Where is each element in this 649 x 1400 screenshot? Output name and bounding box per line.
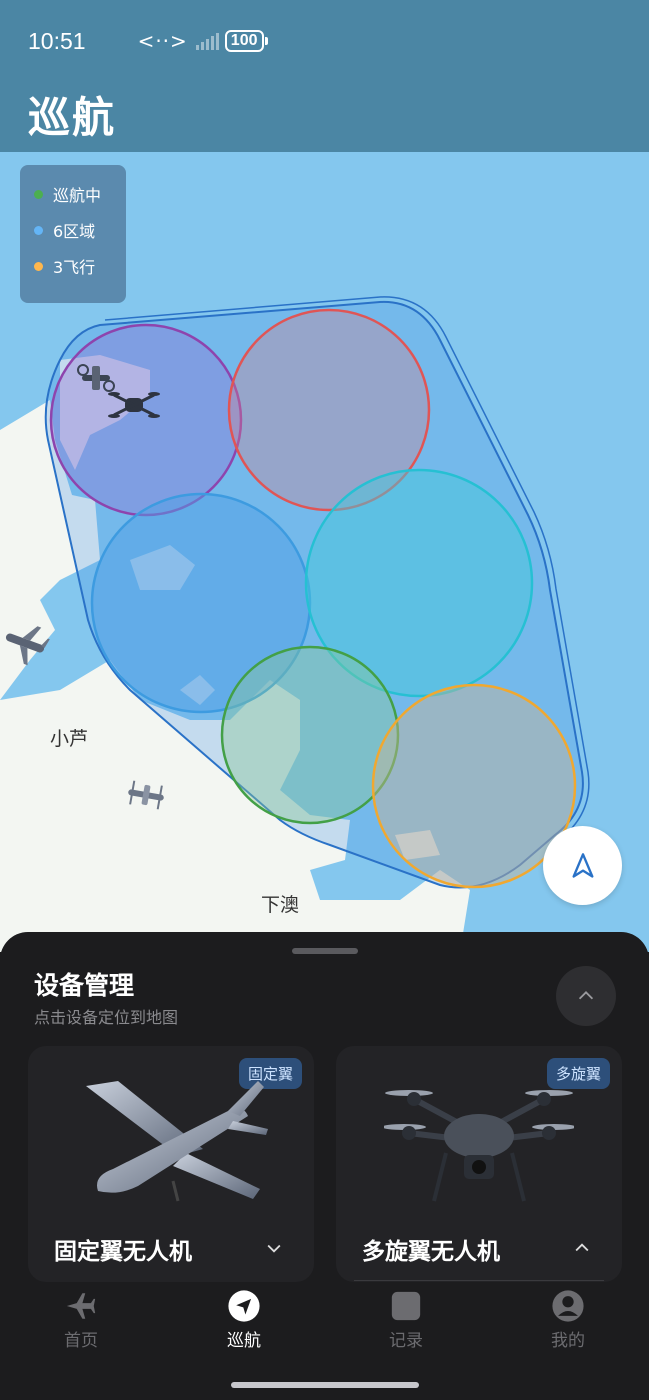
navigation-icon <box>572 852 593 878</box>
signal-icon <box>195 32 219 50</box>
fixed-wing-image <box>86 1081 268 1202</box>
battery-icon: 100 <box>224 30 268 52</box>
legend-dot <box>34 261 43 271</box>
place-label: 小芦 <box>50 728 89 750</box>
device-name: 多旋翼无人机 <box>362 1239 500 1265</box>
plane-icon <box>66 1293 96 1319</box>
legend-dot <box>34 225 43 235</box>
legend-label: 6区域 <box>53 222 96 241</box>
profile-icon <box>552 1290 584 1322</box>
tab-label: 我的 <box>551 1331 585 1351</box>
sheet-title: 设备管理 <box>34 971 135 1000</box>
record-icon <box>391 1291 421 1321</box>
navigation-icon <box>228 1290 260 1322</box>
sheet-handle[interactable] <box>292 948 358 954</box>
device-sheet: 设备管理 点击设备定位到地图 固定翼 固定翼无人机 多旋翼 多旋翼无人机 <box>0 932 649 1282</box>
status-bar: 10:51 <··> 100 <box>28 26 625 56</box>
tab-label: 首页 <box>64 1331 98 1351</box>
place-label: 下澳 <box>261 894 300 916</box>
legend-label: 巡航中 <box>53 186 102 205</box>
collapse-button[interactable] <box>556 966 616 1026</box>
page-title: 巡航 <box>28 93 117 142</box>
device-card-fixed-wing[interactable]: 固定翼 固定翼无人机 <box>28 1046 314 1282</box>
app-header: 10:51 <··> 100 巡航 <box>0 0 649 152</box>
legend-item: 3飞行 <box>34 245 126 287</box>
chevron-up-icon <box>578 991 594 1000</box>
tab-label: 记录 <box>389 1331 423 1351</box>
network-icon: <··> <box>137 29 188 53</box>
device-card-multirotor[interactable]: 多旋翼 多旋翼无人机 <box>336 1046 622 1282</box>
map-legend: 巡航中 6区域 3飞行 <box>20 165 126 303</box>
legend-label: 3飞行 <box>53 258 96 277</box>
tab-patrol[interactable]: 巡航 <box>194 1288 294 1351</box>
chevron-down-icon[interactable] <box>264 1238 284 1258</box>
tab-bar: 首页 巡航 记录 我的 <box>0 1282 649 1400</box>
divider <box>354 1280 604 1281</box>
home-indicator[interactable] <box>231 1382 419 1388</box>
zone-circle-5 <box>220 645 400 825</box>
multirotor-image <box>384 1090 574 1202</box>
locate-button[interactable] <box>543 826 622 905</box>
tab-home[interactable]: 首页 <box>31 1288 131 1351</box>
device-name: 固定翼无人机 <box>54 1239 192 1265</box>
legend-dot <box>34 189 43 199</box>
tab-records[interactable]: 记录 <box>356 1288 456 1351</box>
sheet-subtitle: 点击设备定位到地图 <box>34 1008 179 1027</box>
tab-profile[interactable]: 我的 <box>518 1288 618 1351</box>
zone-circle-1 <box>49 323 243 517</box>
tab-label: 巡航 <box>227 1331 261 1351</box>
status-time: 10:51 <box>28 27 86 54</box>
chevron-up-icon[interactable] <box>572 1238 592 1258</box>
